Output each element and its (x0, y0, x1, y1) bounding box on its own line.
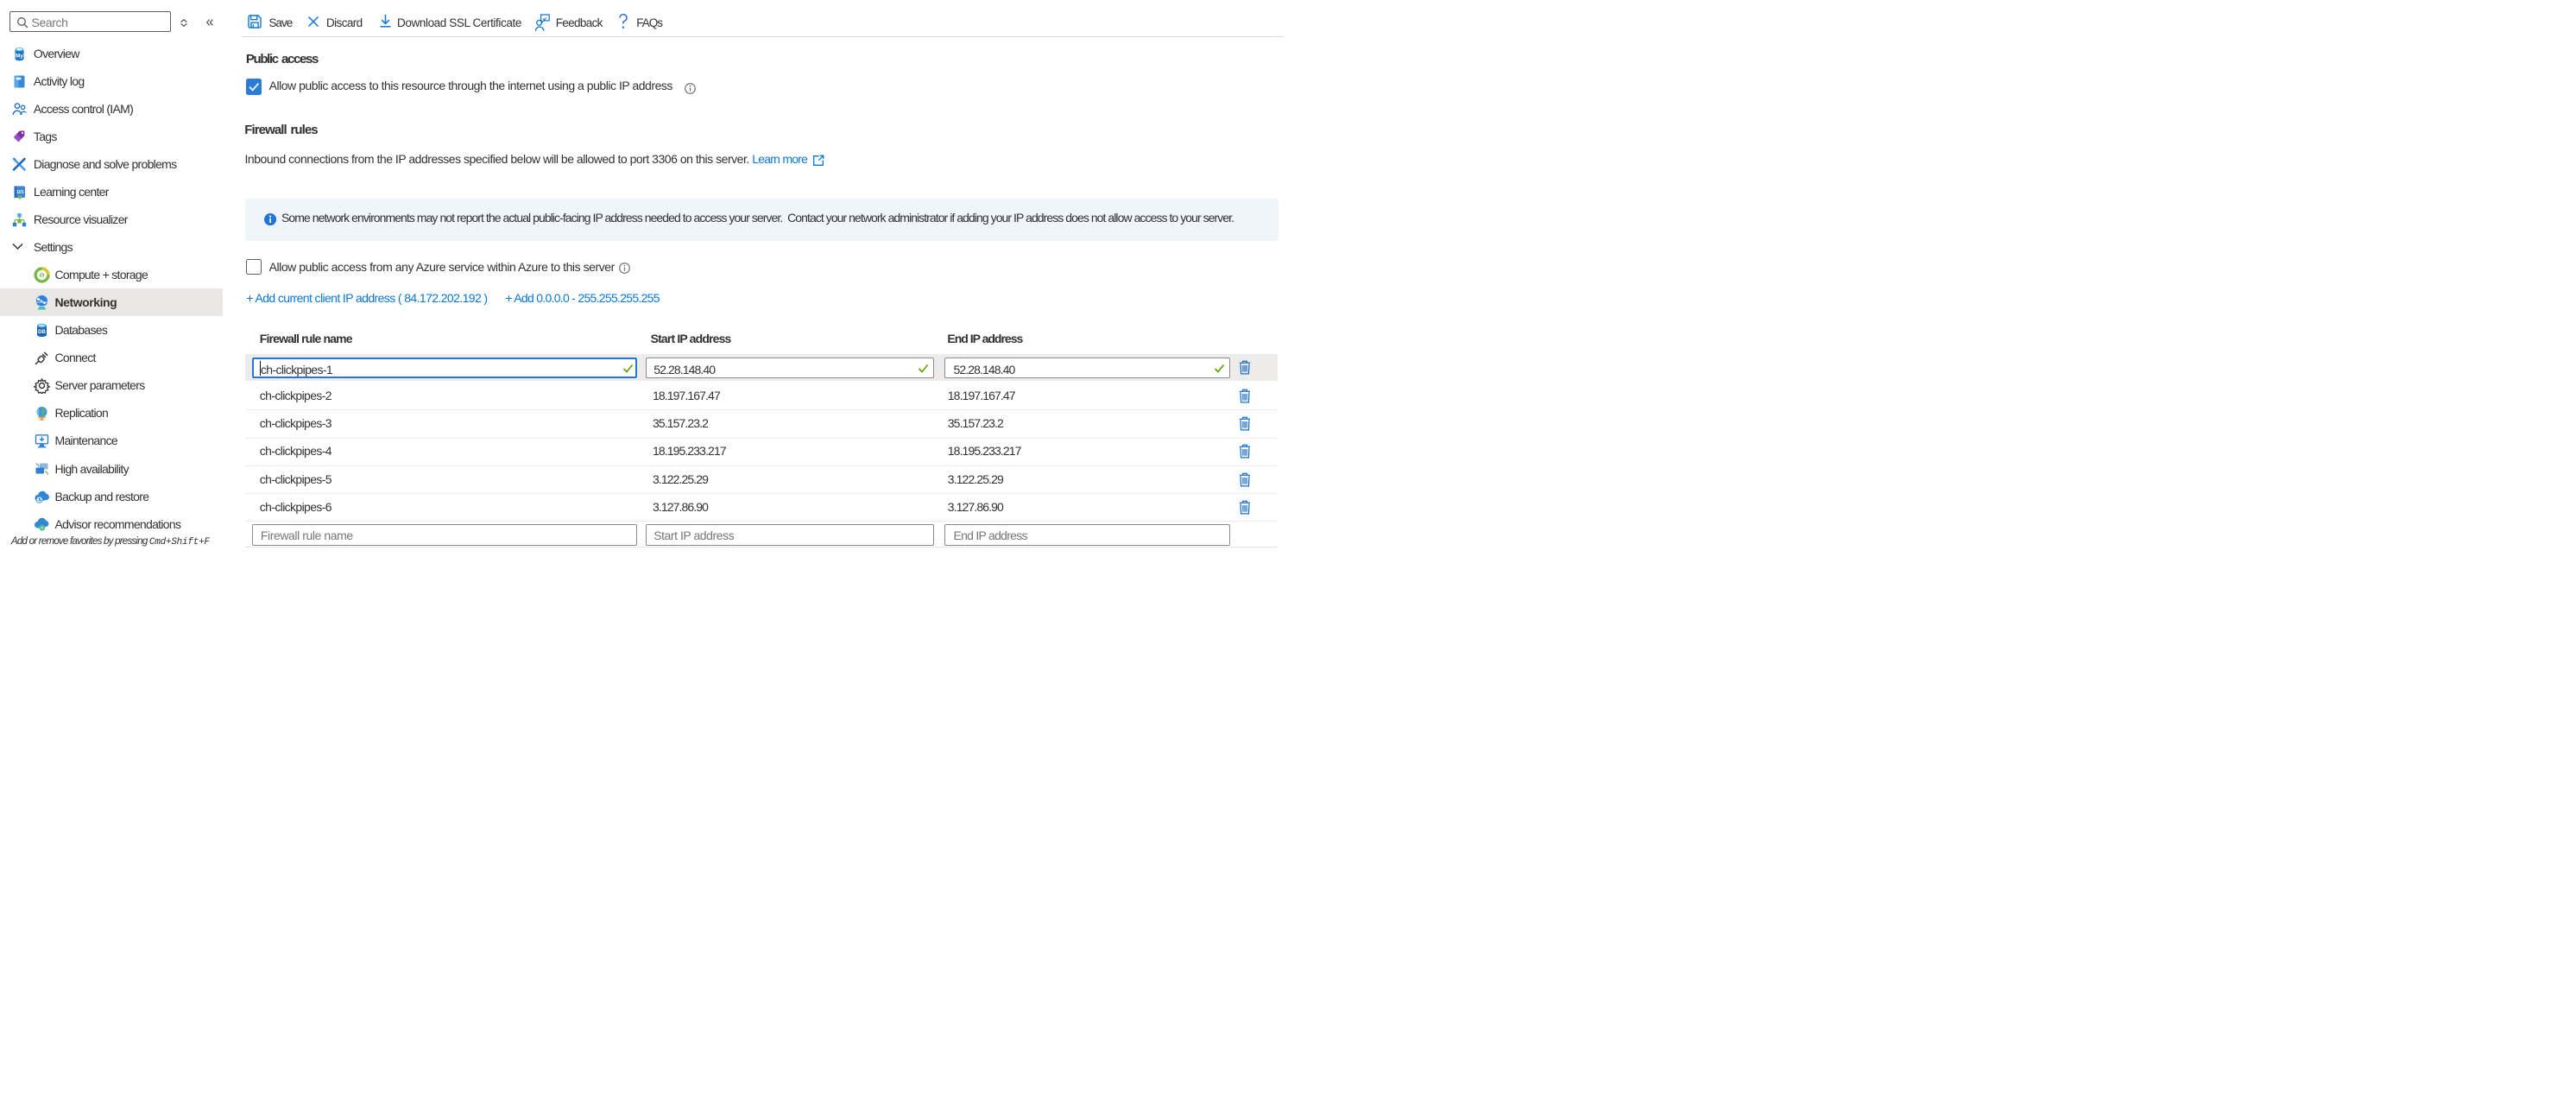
svg-text:101: 101 (16, 190, 24, 195)
svg-text:DB: DB (38, 330, 46, 335)
svg-text:$: $ (41, 274, 43, 279)
svg-text:My: My (16, 53, 23, 59)
